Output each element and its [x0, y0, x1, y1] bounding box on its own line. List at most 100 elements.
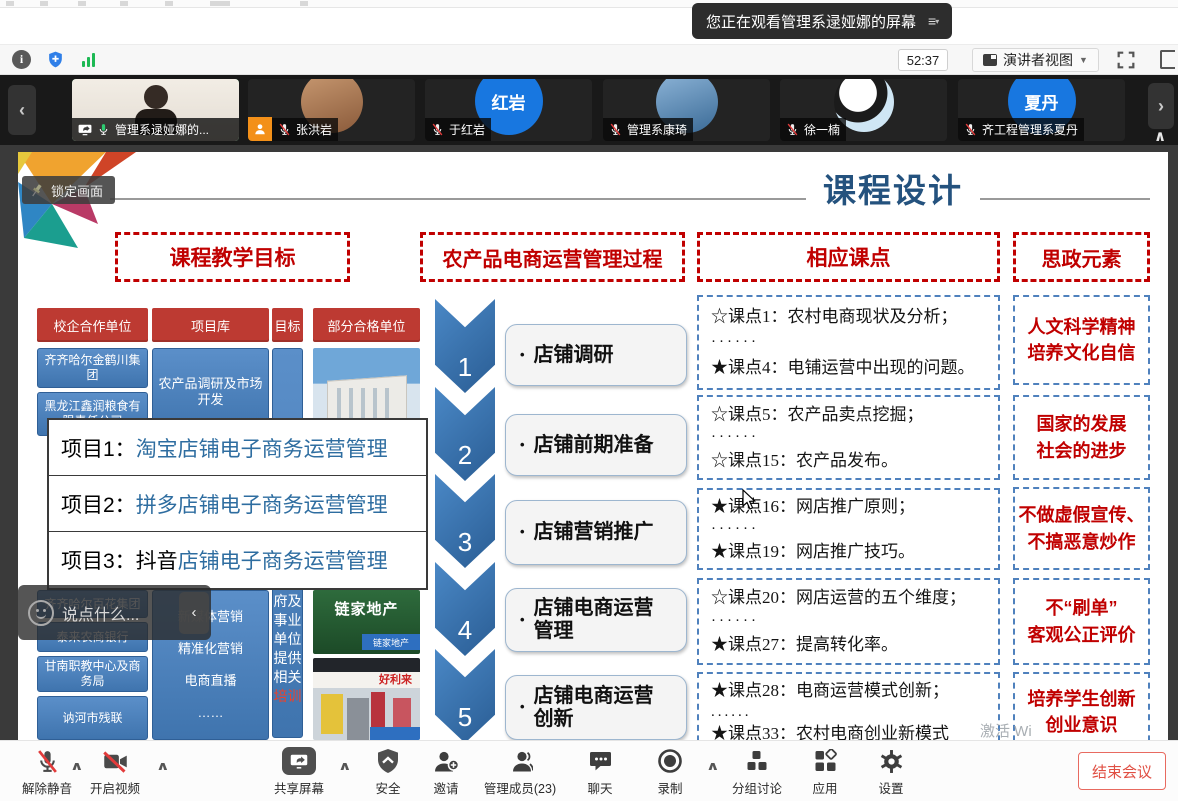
lesson-box: ☆课点1：农村电商现状及分析；······★课点4：电铺运营中出现的问题。	[697, 295, 1000, 390]
process-chevron: 1	[435, 299, 495, 393]
partner-cell: 齐齐哈尔金鹤川集团	[37, 348, 148, 388]
mic-muted-icon	[609, 123, 622, 136]
layout-view-icon	[983, 54, 997, 66]
table-header: 校企合作单位	[37, 308, 148, 342]
bubble-collapse-icon[interactable]: ‹	[179, 592, 209, 634]
process-chevron: 5	[435, 649, 495, 740]
mic-muted-icon	[431, 123, 444, 136]
ideology-box: 国家的发展社会的进步	[1013, 395, 1150, 480]
screen-sharing-icon	[78, 124, 92, 136]
watching-screen-banner[interactable]: 您正在观看管理系逯娅娜的屏幕 ≡▾	[692, 3, 952, 39]
table-header: 项目库	[152, 308, 269, 342]
view-mode-dropdown[interactable]: 演讲者视图 ▼	[972, 48, 1099, 72]
banner-menu-icon[interactable]: ≡▾	[928, 13, 938, 29]
participant-tile[interactable]: 管理系逯娅娜的...	[72, 79, 239, 141]
background-window-edge	[0, 0, 1178, 8]
process-step: •店铺电商运营管理	[505, 588, 687, 652]
participant-name: 齐工程管理系夏丹	[982, 121, 1078, 138]
participant-tile[interactable]: 夏丹 齐工程管理系夏丹	[958, 79, 1125, 141]
activate-watermark: 激活 Wi	[980, 720, 1032, 740]
signal-bars-icon[interactable]	[82, 53, 95, 67]
info-icon[interactable]: i	[12, 50, 31, 69]
participant-name: 于红岩	[449, 121, 485, 138]
background-glyph	[120, 1, 128, 6]
lesson-box: ★课点28：电商运营模式创新；......★课点33：农村电商创业新模式	[697, 672, 1000, 740]
start-video-button[interactable]: 开启视频	[60, 747, 170, 797]
partner-cell: 讷河市残联	[37, 696, 148, 740]
participant-tile[interactable]: 张洪岩	[248, 79, 415, 141]
side-panel-icon[interactable]	[1160, 50, 1175, 69]
participant-name: 管理系逯娅娜的...	[115, 121, 209, 138]
meeting-controls-toolbar: 解除静音 ∧ 开启视频 ∧ 共享屏幕 ∧ 安全 邀请 管理成员(23)	[0, 740, 1178, 801]
strip-collapse-icon[interactable]: ∧	[1154, 127, 1166, 145]
members-icon	[507, 747, 533, 775]
background-glyph	[40, 1, 48, 6]
apps-icon	[813, 747, 838, 775]
process-step: •店铺营销推广	[505, 500, 687, 565]
view-mode-label: 演讲者视图	[1003, 50, 1073, 70]
project-row: 项目1：淘宝店铺电子商务运营管理	[49, 420, 426, 476]
record-icon	[657, 747, 683, 775]
mic-muted-icon	[278, 123, 291, 136]
lianjia-photo: 链家地产 链家地产	[313, 590, 420, 654]
chevron-down-icon: ▼	[1079, 55, 1088, 65]
process-step: •店铺前期准备	[505, 414, 687, 476]
ideology-box: 人文科学精神培养文化自信	[1013, 295, 1150, 385]
chat-placeholder[interactable]: 说点什么...	[62, 601, 179, 625]
participant-tile[interactable]: 红岩 于红岩	[425, 79, 592, 141]
background-glyph	[6, 1, 14, 6]
background-glyph	[78, 1, 86, 6]
person-badge-icon	[248, 117, 272, 141]
strip-next-button[interactable]: ›	[1148, 83, 1174, 129]
pin-icon	[30, 183, 43, 198]
shared-screen-stage: 课程设计 锁定画面 课程教学目标 农产品电商运营管理过程 相应课点 思政元素 校…	[0, 145, 1178, 740]
background-glyph	[165, 1, 173, 6]
camera-muted-icon	[102, 747, 129, 775]
partner-cell: 甘南职教中心及商务局	[37, 656, 148, 692]
section-header-goals: 课程教学目标	[115, 232, 350, 282]
video-thumbnail-strip: ‹ 管理系逯娅娜的... 张洪岩 红岩 于红岩	[0, 75, 1178, 145]
section-header-ideology: 思政元素	[1013, 232, 1150, 282]
process-step: •店铺调研	[505, 324, 687, 386]
participant-name: 张洪岩	[296, 121, 332, 138]
project-row: 项目3：抖音店铺电子商务运营管理	[49, 532, 426, 588]
fullscreen-icon[interactable]	[1115, 49, 1137, 76]
emoji-icon[interactable]	[28, 600, 54, 626]
goal-text: 府及事业单位提供相关培训	[272, 592, 303, 706]
mic-on-icon	[97, 123, 110, 136]
chat-quick-bubble[interactable]: 说点什么... ‹	[18, 585, 211, 640]
notification-row: 您正在观看管理系逯娅娜的屏幕 ≡▾	[0, 8, 1178, 45]
pin-screen-button[interactable]: 锁定画面	[22, 176, 115, 204]
settings-icon	[879, 747, 904, 775]
ideology-box: 不“刷单”客观公正评价	[1013, 578, 1150, 665]
lesson-box: ☆课点5：农产品卖点挖掘；······☆课点15：农产品发布。	[697, 395, 1000, 480]
pin-label: 锁定画面	[51, 181, 103, 200]
lesson-box: ☆课点20：网店运营的五个维度；······★课点27：提高转化率。	[697, 578, 1000, 665]
participant-tile[interactable]: 管理系康琦	[603, 79, 770, 141]
avatar	[144, 85, 168, 109]
title-rule-line	[110, 198, 1150, 200]
lianjia-tag: 链家地产	[362, 634, 420, 650]
watching-screen-text: 您正在观看管理系逯娅娜的屏幕	[706, 11, 916, 32]
background-glyph	[300, 1, 308, 6]
ideology-box: 不做虚假宣传、不搞恶意炒作	[1013, 487, 1150, 570]
presentation-slide: 课程设计 锁定画面 课程教学目标 农产品电商运营管理过程 相应课点 思政元素 校…	[18, 152, 1168, 740]
chat-icon	[588, 747, 613, 775]
share-screen-icon	[282, 747, 316, 775]
video-options-caret[interactable]: ∧	[156, 759, 170, 773]
participant-tile[interactable]: 徐一楠	[780, 79, 947, 141]
settings-button[interactable]: 设置	[836, 747, 946, 797]
meeting-status-bar: i 52:37 演讲者视图 ▼	[0, 45, 1178, 75]
process-chevron: 4	[435, 562, 495, 656]
section-header-lessons: 相应课点	[697, 232, 1000, 282]
mic-muted-icon	[786, 123, 799, 136]
process-step: •店铺电商运营创新	[505, 675, 687, 740]
end-meeting-button[interactable]: 结束会议	[1078, 752, 1166, 790]
slide-title: 课程设计	[806, 164, 980, 212]
shield-plus-icon[interactable]	[46, 50, 65, 69]
process-chevron: 2	[435, 387, 495, 481]
meeting-timer: 52:37	[898, 49, 948, 71]
breakout-icon	[745, 747, 770, 775]
strip-prev-button[interactable]: ‹	[8, 85, 36, 135]
table-header: 部分合格单位	[313, 308, 420, 342]
